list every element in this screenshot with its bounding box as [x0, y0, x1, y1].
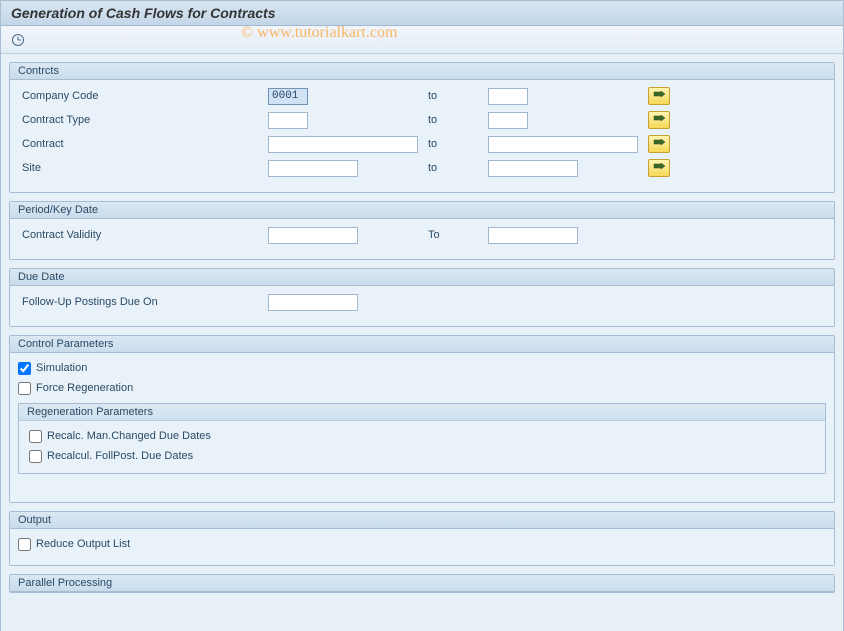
panel-header-period: Period/Key Date: [10, 202, 834, 219]
follow-up-due-input[interactable]: [268, 294, 358, 311]
label-to-contract: to: [428, 138, 488, 150]
label-contract: Contract: [18, 138, 268, 150]
row-follow-up: Follow-Up Postings Due On: [18, 292, 826, 312]
label-follow-up: Follow-Up Postings Due On: [18, 296, 268, 308]
recalc-foll-checkbox[interactable]: [29, 450, 42, 463]
content-area: Contrcts Company Code to Contract Typ: [1, 54, 843, 631]
panel-output: Output Reduce Output List: [9, 511, 835, 566]
label-contract-type: Contract Type: [18, 114, 268, 126]
contract-from-input[interactable]: [268, 136, 418, 153]
execute-icon[interactable]: [11, 33, 25, 47]
panel-contracts: Contrcts Company Code to Contract Typ: [9, 62, 835, 193]
row-contract-validity: Contract Validity To: [18, 225, 826, 245]
contract-to-input[interactable]: [488, 136, 638, 153]
panel-header-control: Control Parameters: [10, 336, 834, 353]
multiple-selection-company-code[interactable]: [648, 87, 670, 105]
row-contract-type: Contract Type to: [18, 110, 826, 130]
page-title: Generation of Cash Flows for Contracts: [1, 1, 843, 26]
simulation-checkbox[interactable]: [18, 362, 31, 375]
watermark: © www.tutorialkart.com: [241, 24, 397, 42]
force-regen-checkbox[interactable]: [18, 382, 31, 395]
panel-header-due-date: Due Date: [10, 269, 834, 286]
multiple-selection-contract-type[interactable]: [648, 111, 670, 129]
label-simulation: Simulation: [36, 362, 87, 374]
label-company-code: Company Code: [18, 90, 268, 102]
label-site: Site: [18, 162, 268, 174]
panel-parallel: Parallel Processing: [9, 574, 835, 593]
contract-type-from-input[interactable]: [268, 112, 308, 129]
label-force-regen: Force Regeneration: [36, 382, 133, 394]
row-company-code: Company Code to: [18, 86, 826, 106]
contract-validity-from-input[interactable]: [268, 227, 358, 244]
sub-panel-header-regen: Regeneration Parameters: [19, 404, 825, 421]
row-contract: Contract to: [18, 134, 826, 154]
row-simulation: Simulation: [18, 359, 826, 377]
label-reduce-output: Reduce Output List: [36, 538, 130, 550]
contract-validity-to-input[interactable]: [488, 227, 578, 244]
label-recalc-foll: Recalcul. FollPost. Due Dates: [47, 450, 193, 462]
multiple-selection-site[interactable]: [648, 159, 670, 177]
panel-control: Control Parameters Simulation Force Rege…: [9, 335, 835, 503]
toolbar: © www.tutorialkart.com: [1, 26, 843, 54]
row-recalc-foll: Recalcul. FollPost. Due Dates: [29, 447, 815, 465]
company-code-to-input[interactable]: [488, 88, 528, 105]
panel-header-parallel: Parallel Processing: [10, 575, 834, 592]
row-reduce-output: Reduce Output List: [18, 535, 826, 553]
sub-panel-regen: Regeneration Parameters Recalc. Man.Chan…: [18, 403, 826, 474]
panel-period: Period/Key Date Contract Validity To: [9, 201, 835, 260]
contract-type-to-input[interactable]: [488, 112, 528, 129]
label-to-contract-type: to: [428, 114, 488, 126]
recalc-man-checkbox[interactable]: [29, 430, 42, 443]
multiple-selection-contract[interactable]: [648, 135, 670, 153]
row-recalc-man: Recalc. Man.Changed Due Dates: [29, 427, 815, 445]
row-site: Site to: [18, 158, 826, 178]
site-from-input[interactable]: [268, 160, 358, 177]
panel-header-output: Output: [10, 512, 834, 529]
panel-header-contracts: Contrcts: [10, 63, 834, 80]
row-force-regen: Force Regeneration: [18, 379, 826, 397]
label-recalc-man: Recalc. Man.Changed Due Dates: [47, 430, 211, 442]
company-code-from-input[interactable]: [268, 88, 308, 105]
label-to-company-code: to: [428, 90, 488, 102]
panel-due-date: Due Date Follow-Up Postings Due On: [9, 268, 835, 327]
label-to-validity: To: [428, 229, 488, 241]
site-to-input[interactable]: [488, 160, 578, 177]
label-contract-validity: Contract Validity: [18, 229, 268, 241]
label-to-site: to: [428, 162, 488, 174]
reduce-output-checkbox[interactable]: [18, 538, 31, 551]
